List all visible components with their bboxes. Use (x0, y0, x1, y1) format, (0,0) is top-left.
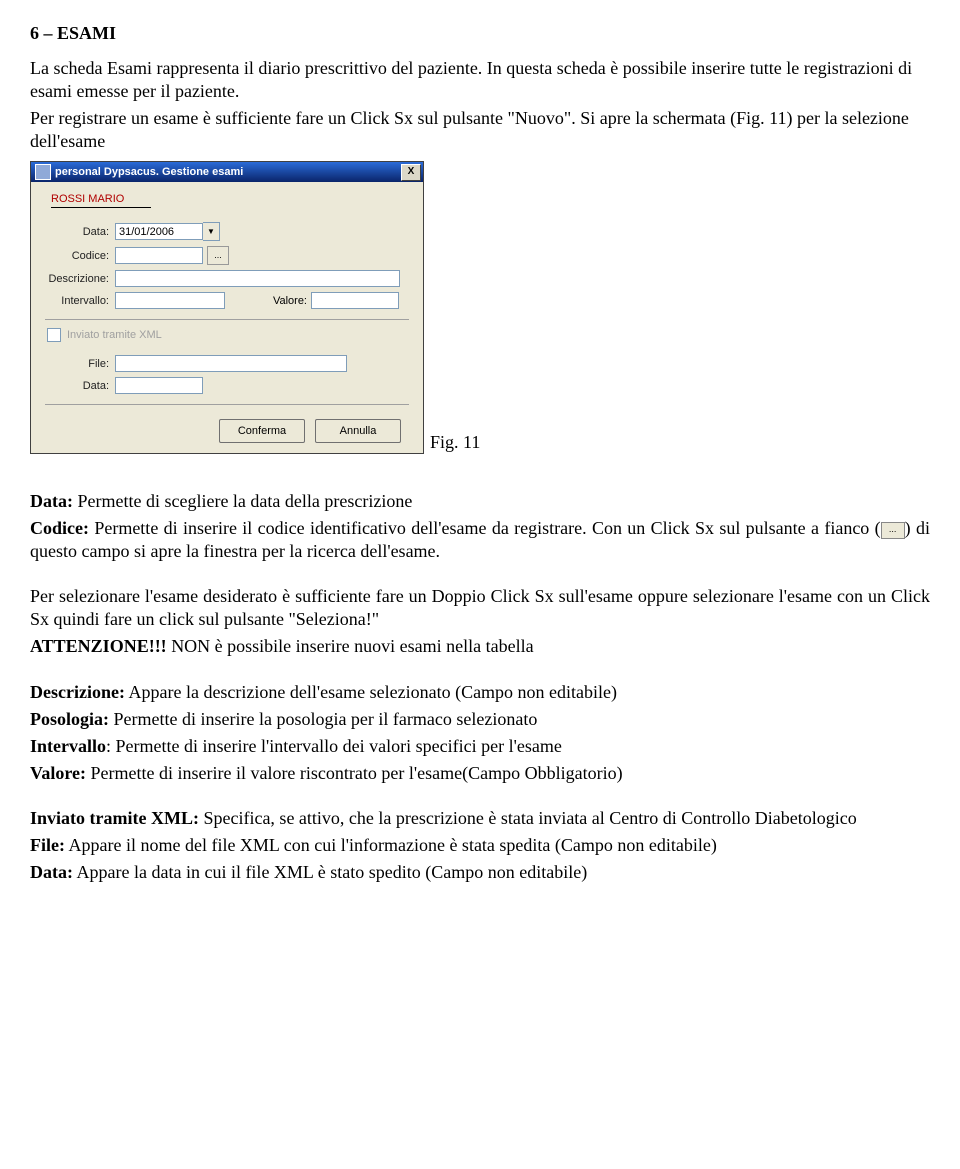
intro-paragraph-2: Per registrare un esame è sufficiente fa… (30, 107, 930, 153)
para-posologia-label: Posologia: (30, 709, 109, 729)
para-data: Data: Permette di scegliere la data dell… (30, 490, 930, 513)
para-data-label: Data: (30, 491, 73, 511)
para-descrizione: Descrizione: Appare la descrizione dell'… (30, 681, 930, 704)
para-data2: Data: Appare la data in cui il file XML … (30, 861, 930, 884)
label-descrizione: Descrizione: (43, 272, 109, 286)
codice-browse-button[interactable]: ... (207, 246, 229, 265)
label-data2: Data: (43, 379, 109, 393)
annulla-button[interactable]: Annulla (315, 419, 401, 443)
para-posologia: Posologia: Permette di inserire la posol… (30, 708, 930, 731)
para-data2-text: Appare la data in cui il file XML è stat… (73, 862, 587, 882)
para-intervallo-text: : Permette di inserire l'intervallo dei … (106, 736, 562, 756)
para-intervallo: Intervallo: Permette di inserire l'inter… (30, 735, 930, 758)
window-title: personal Dypsacus. Gestione esami (55, 165, 401, 179)
label-xml: Inviato tramite XML (67, 328, 162, 342)
para-seleziona: Per selezionare l'esame desiderato è suf… (30, 585, 930, 631)
label-file: File: (43, 357, 109, 371)
file-input[interactable] (115, 355, 347, 372)
para-attenzione-text: NON è possibile inserire nuovi esami nel… (167, 636, 534, 656)
app-icon (35, 164, 51, 180)
descrizione-input[interactable] (115, 270, 400, 287)
para-descrizione-text: Appare la descrizione dell'esame selezio… (125, 682, 617, 702)
dots-inline-icon: ... (881, 522, 905, 539)
intro-paragraph-1: La scheda Esami rappresenta il diario pr… (30, 57, 930, 103)
para-codice-text: Permette di inserire il codice identific… (89, 518, 881, 538)
para-file-text: Appare il nome del file XML con cui l'in… (65, 835, 717, 855)
patient-name: ROSSI MARIO (51, 192, 151, 208)
figure-caption: Fig. 11 (430, 431, 480, 454)
titlebar: personal Dypsacus. Gestione esami X (31, 162, 423, 182)
para-file: File: Appare il nome del file XML con cu… (30, 834, 930, 857)
para-file-label: File: (30, 835, 65, 855)
codice-input[interactable] (115, 247, 203, 264)
xml-checkbox[interactable] (47, 328, 61, 342)
separator-2 (45, 404, 409, 405)
para-valore-text: Permette di inserire il valore riscontra… (86, 763, 623, 783)
para-xml: Inviato tramite XML: Specifica, se attiv… (30, 807, 930, 830)
data-input[interactable] (115, 223, 203, 240)
para-valore-label: Valore: (30, 763, 86, 783)
para-valore: Valore: Permette di inserire il valore r… (30, 762, 930, 785)
para-codice-label: Codice: (30, 518, 89, 538)
para-codice: Codice: Permette di inserire il codice i… (30, 517, 930, 563)
para-intervallo-label: Intervallo (30, 736, 106, 756)
para-descrizione-label: Descrizione: (30, 682, 125, 702)
para-xml-label: Inviato tramite XML: (30, 808, 199, 828)
date-dropdown-button[interactable]: ▼ (203, 222, 220, 241)
para-posologia-text: Permette di inserire la posologia per il… (109, 709, 537, 729)
para-data2-label: Data: (30, 862, 73, 882)
data2-input[interactable] (115, 377, 203, 394)
close-button[interactable]: X (401, 164, 421, 181)
valore-input[interactable] (311, 292, 399, 309)
para-data-text: Permette di scegliere la data della pres… (73, 491, 412, 511)
label-data: Data: (43, 225, 109, 239)
para-attenzione: ATTENZIONE!!! NON è possibile inserire n… (30, 635, 930, 658)
dialog-window: personal Dypsacus. Gestione esami X ROSS… (30, 161, 424, 454)
intervallo-input[interactable] (115, 292, 225, 309)
label-intervallo: Intervallo: (43, 294, 109, 308)
label-codice: Codice: (43, 249, 109, 263)
section-heading: 6 – ESAMI (30, 22, 930, 45)
conferma-button[interactable]: Conferma (219, 419, 305, 443)
separator (45, 319, 409, 320)
para-xml-text: Specifica, se attivo, che la prescrizion… (199, 808, 857, 828)
para-attenzione-label: ATTENZIONE!!! (30, 636, 167, 656)
label-valore: Valore: (255, 294, 307, 308)
